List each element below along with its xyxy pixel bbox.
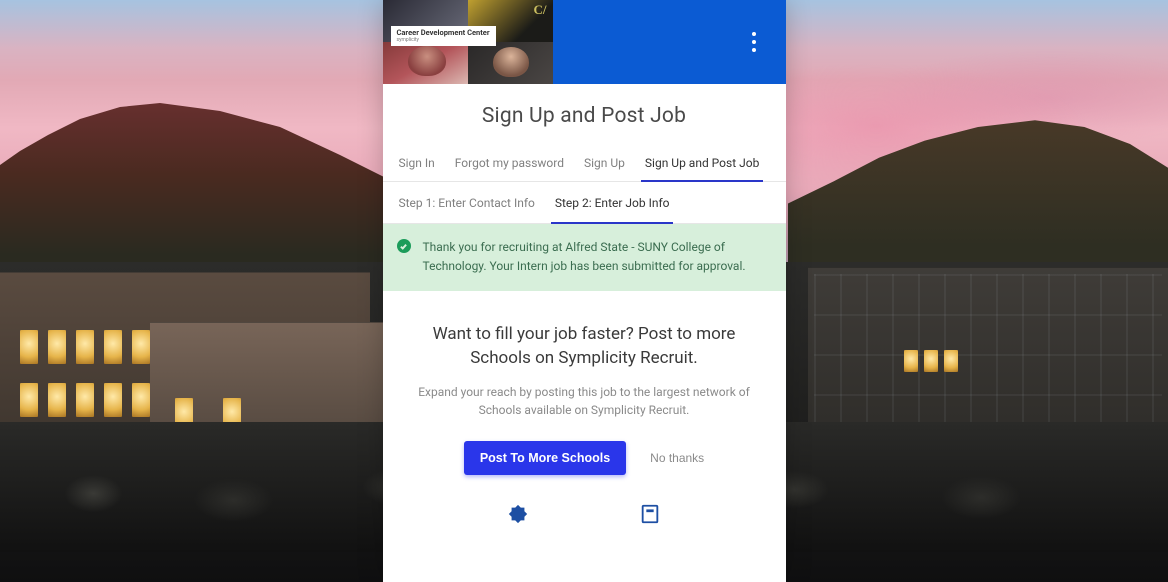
promo-heading: Want to fill your job faster? Post to mo… xyxy=(411,323,758,371)
promo-actions: Post To More Schools No thanks xyxy=(411,441,758,475)
document-icon xyxy=(639,503,661,525)
no-thanks-button[interactable]: No thanks xyxy=(650,451,704,465)
alert-message: Thank you for recruiting at Alfred State… xyxy=(423,240,746,273)
brand-collage: Career Development Center symplicity xyxy=(383,0,553,84)
page-title: Sign Up and Post Job xyxy=(383,84,786,146)
kebab-dot-icon xyxy=(752,40,756,44)
auth-tabs: Sign In Forgot my password Sign Up Sign … xyxy=(383,146,786,182)
overflow-menu-button[interactable] xyxy=(744,28,764,56)
brand-label: Career Development Center symplicity xyxy=(391,26,496,46)
brand-subtext: symplicity xyxy=(397,38,490,43)
tab-forgot-password[interactable]: Forgot my password xyxy=(445,146,574,181)
brand-label-text: Career Development Center xyxy=(397,28,490,37)
footer-icons xyxy=(411,475,758,525)
tab-sign-up[interactable]: Sign Up xyxy=(574,146,635,181)
check-circle-icon xyxy=(397,239,411,253)
signup-card: Career Development Center symplicity Sig… xyxy=(383,0,786,582)
card-header: Career Development Center symplicity xyxy=(383,0,786,84)
badge-icon xyxy=(507,503,529,525)
wizard-steps: Step 1: Enter Contact Info Step 2: Enter… xyxy=(383,182,786,224)
step-job-info[interactable]: Step 2: Enter Job Info xyxy=(545,182,680,223)
success-alert: Thank you for recruiting at Alfred State… xyxy=(383,224,786,291)
promo-section: Want to fill your job faster? Post to mo… xyxy=(383,291,786,543)
kebab-dot-icon xyxy=(752,32,756,36)
tab-sign-in[interactable]: Sign In xyxy=(389,146,445,181)
post-to-more-schools-button[interactable]: Post To More Schools xyxy=(464,441,626,475)
kebab-dot-icon xyxy=(752,48,756,52)
tab-sign-up-and-post-job[interactable]: Sign Up and Post Job xyxy=(635,146,769,181)
promo-subtext: Expand your reach by posting this job to… xyxy=(411,383,758,419)
step-contact-info[interactable]: Step 1: Enter Contact Info xyxy=(389,182,545,223)
